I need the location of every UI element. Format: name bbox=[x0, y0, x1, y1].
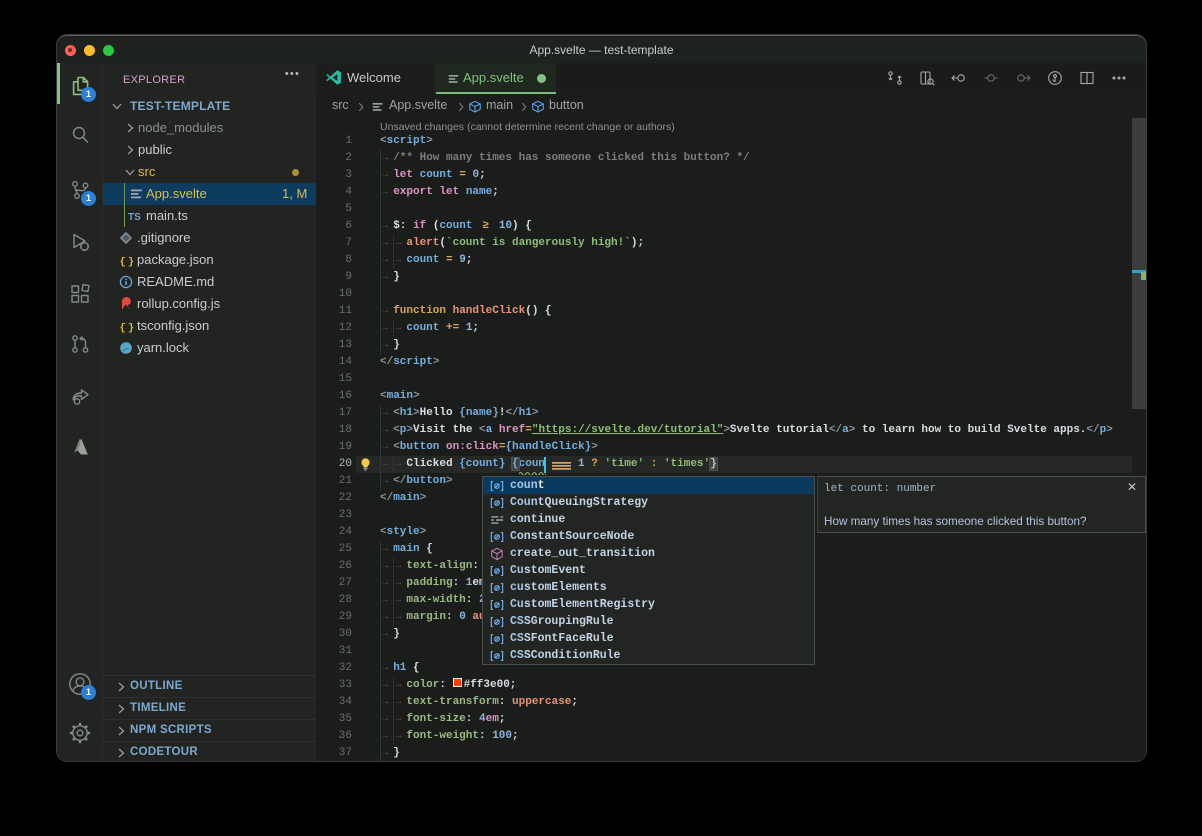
svg-text:TS: TS bbox=[128, 212, 141, 223]
svg-text:{ }: { } bbox=[120, 323, 135, 335]
svg-text:{ }: { } bbox=[120, 257, 135, 269]
